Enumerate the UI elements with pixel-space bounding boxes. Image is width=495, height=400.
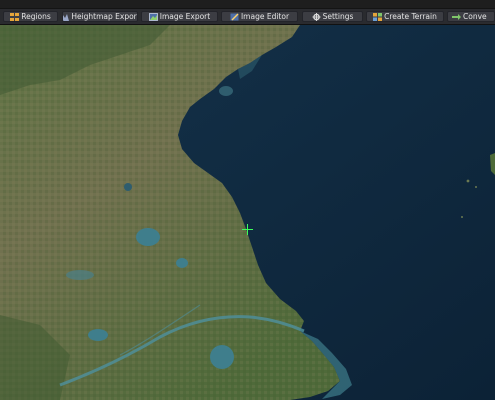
lake: [124, 183, 132, 191]
image-export-button[interactable]: Image Export: [141, 11, 218, 22]
island: [475, 186, 477, 188]
create-terrain-label: Create Terrain: [384, 12, 437, 21]
lake: [136, 228, 160, 246]
window-title-strip: [0, 0, 495, 9]
map-center-crosshair-icon: [242, 224, 253, 235]
gear-icon: [312, 12, 321, 21]
heightmap-export-label: Heightmap Export: [71, 12, 138, 21]
convert-icon: [452, 13, 461, 21]
satellite-map-image: [0, 25, 495, 400]
lake: [219, 86, 233, 96]
image-export-icon: [148, 12, 158, 21]
heightmap-export-button[interactable]: Heightmap Export: [62, 11, 138, 22]
image-edit-icon: [230, 13, 239, 21]
terrain-export-icon: [63, 13, 70, 21]
lake: [88, 329, 108, 341]
create-terrain-button[interactable]: Create Terrain: [366, 11, 444, 22]
image-export-label: Image Export: [159, 12, 211, 21]
lake: [176, 258, 188, 268]
image-editor-button[interactable]: Image Editor: [221, 11, 298, 22]
regions-button[interactable]: Regions: [3, 11, 58, 22]
island: [466, 179, 470, 183]
regions-label: Regions: [21, 12, 51, 21]
app-window: Regions Heightmap Export Image Export Im…: [0, 0, 495, 400]
lake: [66, 270, 94, 280]
settings-label: Settings: [322, 12, 354, 21]
main-toolbar: Regions Heightmap Export Image Export Im…: [0, 9, 495, 25]
convert-button[interactable]: Conve: [447, 11, 495, 22]
lake: [210, 345, 234, 369]
settings-button[interactable]: Settings: [302, 11, 363, 22]
create-terrain-icon: [373, 12, 383, 21]
satellite-map-view[interactable]: [0, 25, 495, 400]
grid-icon: [10, 12, 20, 21]
convert-label: Conve: [463, 12, 487, 21]
island: [461, 216, 463, 218]
image-editor-label: Image Editor: [240, 12, 290, 21]
